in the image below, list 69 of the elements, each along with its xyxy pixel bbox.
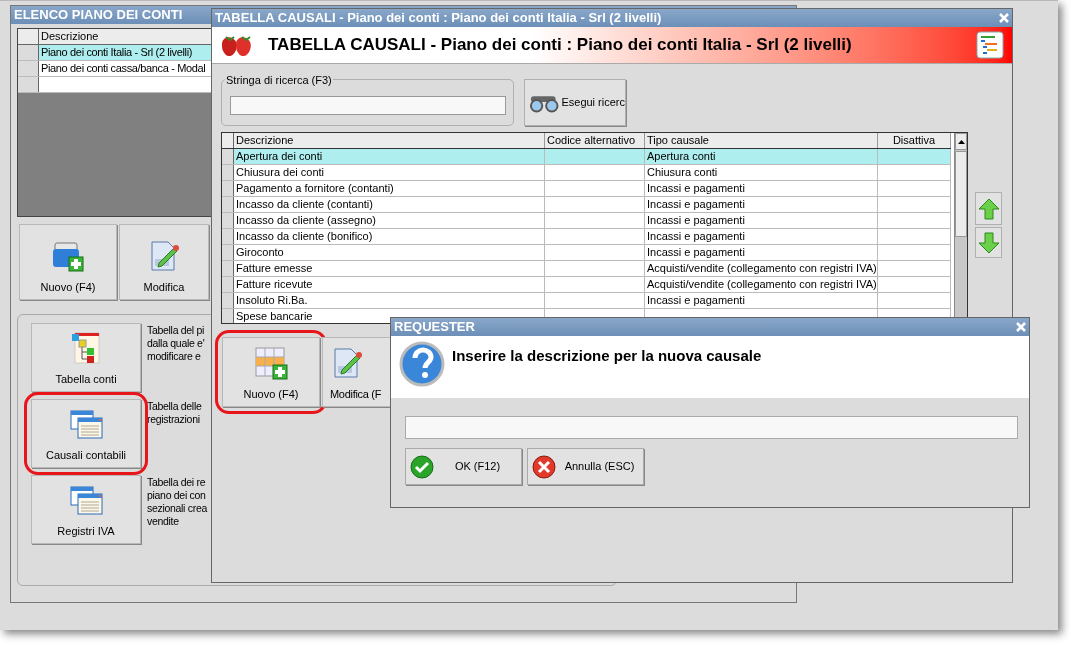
window-title: ELENCO PIANO DEI CONTI: [14, 6, 183, 25]
row-header: [222, 197, 234, 212]
table-cell: Incasso da cliente (assegno): [234, 213, 545, 228]
table-cell: Giroconto: [234, 245, 545, 260]
row-header: [222, 165, 234, 180]
arrow-up-icon: [977, 197, 1000, 220]
dialog-prompt: Inserire la descrizione per la nuova causale: [452, 346, 762, 366]
table-cell: Fatture ricevute: [234, 277, 545, 292]
table-cell: Insoluto Ri.Ba.: [234, 293, 545, 308]
table-cell: Incassi e pagamenti: [645, 181, 878, 196]
row-header: [222, 245, 234, 260]
row-header: [222, 309, 234, 323]
row-header: [222, 293, 234, 308]
description-text: Tabella del pi dalla quale e' modificare e: [147, 323, 205, 364]
ok-button[interactable]: OK (F12): [405, 448, 522, 485]
description-field[interactable]: [405, 416, 1018, 439]
row-header: [18, 77, 39, 92]
table-cell: Chiusura dei conti: [234, 165, 545, 180]
search-button[interactable]: Esegui ricerc: [524, 79, 626, 126]
table-cell: Apertura dei conti: [234, 149, 545, 164]
question-icon: [399, 341, 445, 387]
table-cell-text: Piano dei conti Italia - Srl (2 livelli): [40, 45, 194, 60]
row-header: [18, 61, 39, 76]
close-icon: [999, 13, 1009, 23]
tool-button[interactable]: Modifica: [119, 224, 209, 300]
tree-icon: [69, 330, 103, 365]
column-header: Disattiva: [878, 133, 951, 148]
row-header: [222, 261, 234, 276]
tool-button[interactable]: Registri IVA: [31, 475, 141, 544]
table-cell: Incassi e pagamenti: [645, 197, 878, 212]
scroll-up-icon: [957, 139, 965, 144]
row-header: [222, 213, 234, 228]
scroll-thumb[interactable]: [955, 151, 967, 237]
row-header: [222, 277, 234, 292]
column-header: Descrizione: [234, 133, 545, 148]
table-cell: Incassi e pagamenti: [645, 245, 878, 260]
table-cell: Pagamento a fornitore (contanti): [234, 181, 545, 196]
move-down-button[interactable]: [975, 227, 1002, 258]
table-cell: Incasso da cliente (contanti): [234, 197, 545, 212]
table-cell: Fatture emesse: [234, 261, 545, 276]
close-icon: [1016, 322, 1026, 332]
tool-button[interactable]: Tabella conti: [31, 323, 141, 392]
search-field[interactable]: [230, 96, 506, 115]
row-header: [222, 229, 234, 244]
tool-button[interactable]: Nuovo (F4): [222, 337, 320, 407]
table-cell: Acquisti/vendite (collegamento con registri IVA): [645, 261, 878, 276]
table-cell: Incassi e pagamenti: [645, 229, 878, 244]
move-up-button[interactable]: [975, 192, 1002, 225]
tool-button[interactable]: Causali contabili: [31, 399, 141, 468]
table-cell-text: Piano dei conti cassa/banca - Modal: [40, 61, 207, 76]
column-header: Codice alternativo: [545, 133, 645, 148]
table-cell: Incassi e pagamenti: [645, 293, 878, 308]
tool-button[interactable]: Nuovo (F4): [19, 224, 117, 300]
arrow-down-icon: [977, 231, 1000, 254]
table-cell: Incasso da cliente (bonifico): [234, 229, 545, 244]
row-header: [222, 181, 234, 196]
chart-icon: [976, 31, 1004, 59]
header-title: TABELLA CAUSALI - Piano dei conti : Piano dei conti Italia - Srl (2 livelli): [268, 34, 852, 57]
cancel-icon: [532, 454, 556, 479]
table-cell: Apertura conti: [645, 149, 878, 164]
check-icon: [410, 454, 434, 479]
table-cell: Acquisti/vendite (collegamento con registri IVA): [645, 277, 878, 292]
column-header: Tipo causale: [645, 133, 878, 148]
grid-plus-icon: [254, 345, 288, 380]
table-cell: Chiusura conti: [645, 165, 878, 180]
description-text: Tabella dei re piano dei con sezionali crea vendite: [147, 475, 207, 529]
table-cell: Incassi e pagamenti: [645, 213, 878, 228]
window-title: TABELLA CAUSALI - Piano dei conti : Piano dei conti Italia - Srl (2 livelli): [215, 9, 662, 28]
cancel-button[interactable]: Annulla (ESC): [527, 448, 644, 485]
